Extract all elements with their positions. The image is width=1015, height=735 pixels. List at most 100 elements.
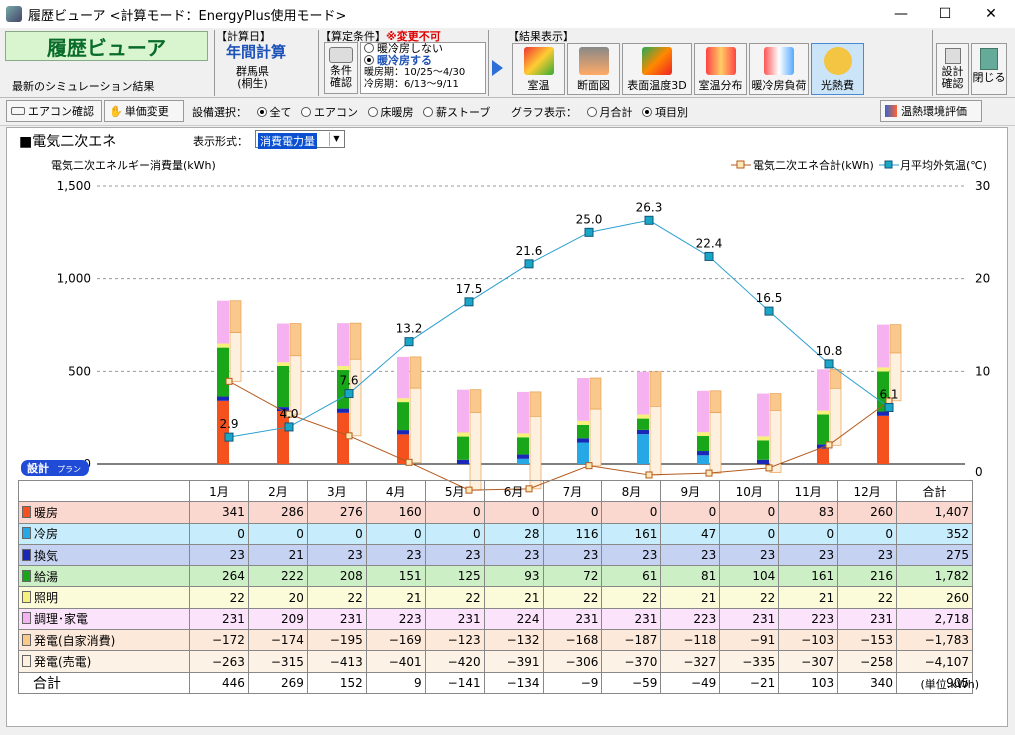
bar-segment xyxy=(817,369,829,411)
condition-check-button[interactable]: 条件確認 xyxy=(324,42,358,94)
equip-option-aircon[interactable]: エアコン xyxy=(295,106,358,119)
table-cell: 0 xyxy=(837,522,898,545)
maximize-button[interactable]: ☐ xyxy=(922,0,968,28)
thermal-eval-button[interactable]: 温熱環境評価 xyxy=(880,100,982,122)
table-cell: 23 xyxy=(306,543,367,567)
hvac-load-button[interactable]: 暖冷房負荷 xyxy=(749,43,809,95)
table-cell: 23 xyxy=(189,543,249,567)
table-cell: 22 xyxy=(306,586,367,609)
row-label: 給湯 xyxy=(18,565,190,588)
table-cell: −123 xyxy=(424,629,485,652)
close-viewer-button[interactable]: 閉じる xyxy=(971,43,1007,95)
aircon-icon xyxy=(329,47,353,63)
total-label: 合計 xyxy=(18,671,190,694)
close-button[interactable]: ✕ xyxy=(968,0,1014,28)
bar-segment xyxy=(457,389,469,433)
equip-option-all[interactable]: 全て xyxy=(251,106,292,119)
bar-segment xyxy=(769,410,782,473)
total-cell: 9 xyxy=(365,671,426,694)
energy-cost-button[interactable]: 光熱費 xyxy=(811,43,864,95)
temperature-marker xyxy=(764,306,774,316)
display-format-select[interactable]: 消費電力量 ▼ xyxy=(255,130,345,149)
surface-temp-3d-button[interactable]: 表面温度3D xyxy=(622,43,692,95)
table-cell: 22 xyxy=(542,586,603,609)
table-cell: 260 xyxy=(896,586,973,609)
table-cell: 209 xyxy=(247,607,308,631)
row-label-text: 給湯 xyxy=(34,569,59,584)
column-header: 1月 xyxy=(189,479,249,503)
table-cell: 23 xyxy=(542,543,603,567)
heat-period: 暖房期：10/25〜4/30 xyxy=(364,67,466,78)
bar-segment xyxy=(577,378,589,421)
bar-segment xyxy=(217,347,229,397)
table-cell: 83 xyxy=(778,501,839,524)
table-cell: 231 xyxy=(601,607,662,631)
room-temp-button[interactable]: 室温 xyxy=(512,43,565,95)
radio-circle xyxy=(642,107,652,117)
table-cell: 0 xyxy=(660,501,721,524)
table-cell: 22 xyxy=(601,586,662,609)
temperature-marker xyxy=(404,337,414,347)
unit-note: (単位:kWh) xyxy=(920,678,979,691)
total-line xyxy=(228,380,890,491)
design-check-button[interactable]: 設計確認 xyxy=(936,43,969,95)
table-cell: 23 xyxy=(837,543,898,567)
column-header: 12月 xyxy=(837,479,898,503)
graph-label: グラフ表示： xyxy=(511,106,577,119)
color-swatch xyxy=(22,527,31,540)
bar-segment xyxy=(517,454,529,459)
bar-segment xyxy=(577,424,589,439)
y2-tick-label: 10 xyxy=(975,364,990,378)
table-cell: −169 xyxy=(365,629,426,652)
cube-3d-icon xyxy=(642,47,672,75)
radio-hvac[interactable]: 暖冷房する xyxy=(364,55,485,67)
select-value: 消費電力量 xyxy=(258,133,317,149)
row-label: 照明 xyxy=(18,586,190,609)
equip-option-floorheat[interactable]: 床暖房 xyxy=(362,106,414,119)
location-city: (桐生) xyxy=(237,77,268,90)
table-cell: −391 xyxy=(483,650,544,673)
location: 群馬県 (桐生) xyxy=(236,66,269,90)
unit-price-button[interactable]: ✋ 単価変更 xyxy=(104,100,184,122)
table-cell: 231 xyxy=(189,607,249,631)
bar-segment xyxy=(637,418,649,430)
bar-segment xyxy=(469,412,482,491)
temp-distribution-button[interactable]: 室温分布 xyxy=(694,43,747,95)
table-cell: −413 xyxy=(306,650,367,673)
bar-segment xyxy=(817,414,829,445)
section-view-button[interactable]: 断面図 xyxy=(567,43,620,95)
legend-marker xyxy=(736,160,745,169)
bar-segment xyxy=(637,414,649,419)
table-cell: −263 xyxy=(189,650,249,673)
table-cell: 223 xyxy=(778,607,839,631)
graph-option-monthly[interactable]: 月合計 xyxy=(581,106,633,119)
title-bar: 履歴ビューア <計算モード：EnergyPlus使用モード> — ☐ ✕ xyxy=(0,0,1015,28)
graph-option-items[interactable]: 項目別 xyxy=(636,106,688,119)
radio-circle xyxy=(423,107,433,117)
minimize-button[interactable]: — xyxy=(878,0,924,28)
hand-coin-icon: ✋ xyxy=(109,104,123,118)
bar-segment xyxy=(337,408,349,413)
table-cell: 23 xyxy=(660,543,721,567)
color-swatch xyxy=(22,569,31,582)
bar-segment xyxy=(409,356,422,389)
temperature-marker xyxy=(824,359,834,369)
table-cell: 0 xyxy=(189,522,249,545)
table-cell: 21 xyxy=(247,543,308,567)
bar-segment xyxy=(697,436,709,452)
equip-option-stove[interactable]: 薪ストーブ xyxy=(417,106,490,119)
table-cell: 0 xyxy=(719,501,780,524)
table-cell: 208 xyxy=(306,565,367,588)
bar-segment xyxy=(757,393,769,437)
radio-circle xyxy=(364,55,374,65)
arrow-right-icon xyxy=(492,60,503,76)
table-row: 調理･家電 231 209 231 223 231 224 231 231 223 231 223 23… xyxy=(18,607,973,631)
total-cell: −21 xyxy=(719,671,780,694)
ribbon: 履歴ビューア 最新のシミュレーション結果 【計算日】 年間計算 群馬県 (桐生)… xyxy=(0,28,1015,98)
bar-segment xyxy=(397,430,409,435)
aircon-check-button[interactable]: エアコン確認 xyxy=(6,100,102,122)
latest-result-label: 最新のシミュレーション結果 xyxy=(12,80,155,93)
bar-segment xyxy=(337,365,349,371)
tool-label: 断面図 xyxy=(577,79,610,92)
color-swatch xyxy=(22,505,31,518)
